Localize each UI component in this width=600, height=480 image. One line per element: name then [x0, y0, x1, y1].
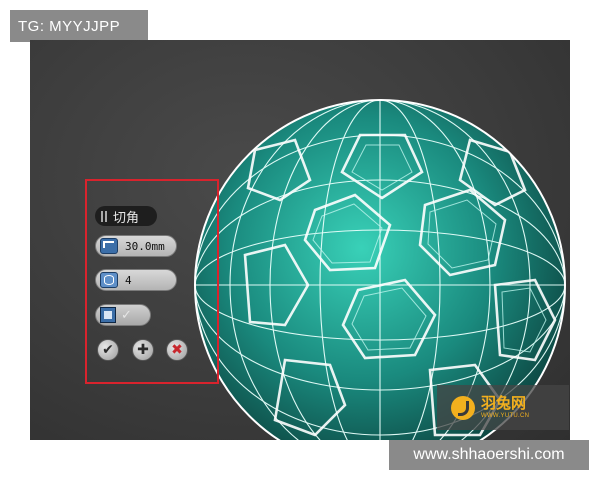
apply-button[interactable]: ✚: [132, 339, 154, 361]
ok-button[interactable]: ✔: [97, 339, 119, 361]
toggle-check-icon: ✓: [121, 307, 132, 323]
drag-grip-icon[interactable]: [101, 210, 107, 222]
open-chamfer-toggle[interactable]: ✓: [95, 304, 151, 326]
chamfer-amount-icon: [100, 238, 118, 254]
close-icon: ✖: [171, 342, 183, 358]
chamfer-amount-field[interactable]: 30.0mm: [95, 235, 177, 257]
3d-viewport[interactable]: 切角 30.0mm 4 ✓ ✔ ✚ ✖ 羽兔网 WWW.YUTU.CN: [30, 40, 570, 440]
cancel-button[interactable]: ✖: [166, 339, 188, 361]
check-icon: ✔: [102, 342, 114, 358]
segments-icon: [100, 272, 118, 288]
top-left-watermark: TG: MYYJJPP: [10, 10, 148, 42]
logo-name: 羽兔网: [481, 394, 527, 412]
open-chamfer-icon[interactable]: [100, 307, 116, 323]
logo-mark-icon: [451, 395, 475, 420]
bottom-right-watermark: www.shhaoershi.com: [389, 440, 589, 470]
logo-url: WWW.YUTU.CN: [481, 413, 530, 419]
caddy-title[interactable]: 切角: [95, 206, 157, 226]
chamfer-amount-value[interactable]: 30.0mm: [125, 240, 165, 253]
plus-icon: ✚: [137, 342, 149, 358]
site-logo: 羽兔网 WWW.YUTU.CN: [437, 385, 569, 430]
segments-value[interactable]: 4: [125, 274, 132, 287]
caddy-title-label: 切角: [113, 210, 140, 226]
segments-field[interactable]: 4: [95, 269, 177, 291]
